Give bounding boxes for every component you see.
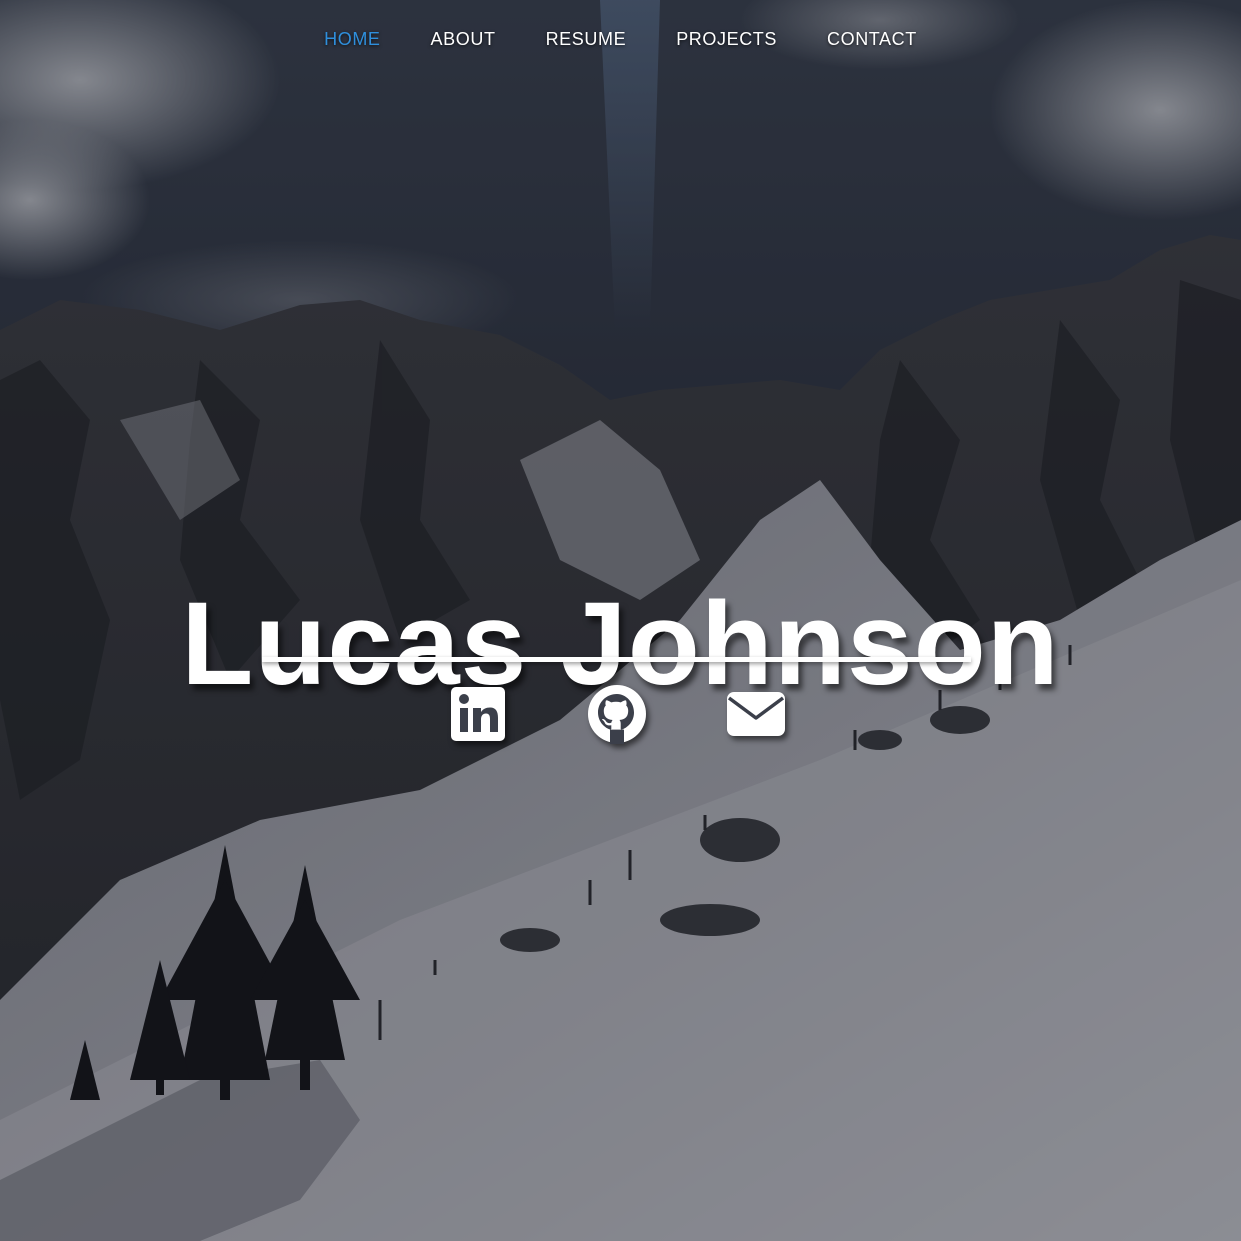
github-icon — [588, 685, 646, 744]
nav-about[interactable]: ABOUT — [431, 29, 496, 50]
top-navigation: HOME ABOUT RESUME PROJECTS CONTACT — [0, 0, 1241, 78]
linkedin-link[interactable] — [446, 684, 510, 746]
nav-home[interactable]: HOME — [324, 29, 380, 50]
email-link[interactable] — [724, 684, 788, 746]
nav-projects[interactable]: PROJECTS — [676, 29, 777, 50]
email-icon — [727, 692, 785, 736]
social-links — [0, 684, 1241, 748]
nav-contact[interactable]: CONTACT — [827, 29, 917, 50]
heading-divider — [262, 657, 971, 662]
linkedin-icon — [451, 687, 505, 741]
nav-resume[interactable]: RESUME — [546, 29, 627, 50]
hero-section: HOME ABOUT RESUME PROJECTS CONTACT Lucas… — [0, 0, 1241, 1241]
github-link[interactable] — [585, 684, 649, 746]
